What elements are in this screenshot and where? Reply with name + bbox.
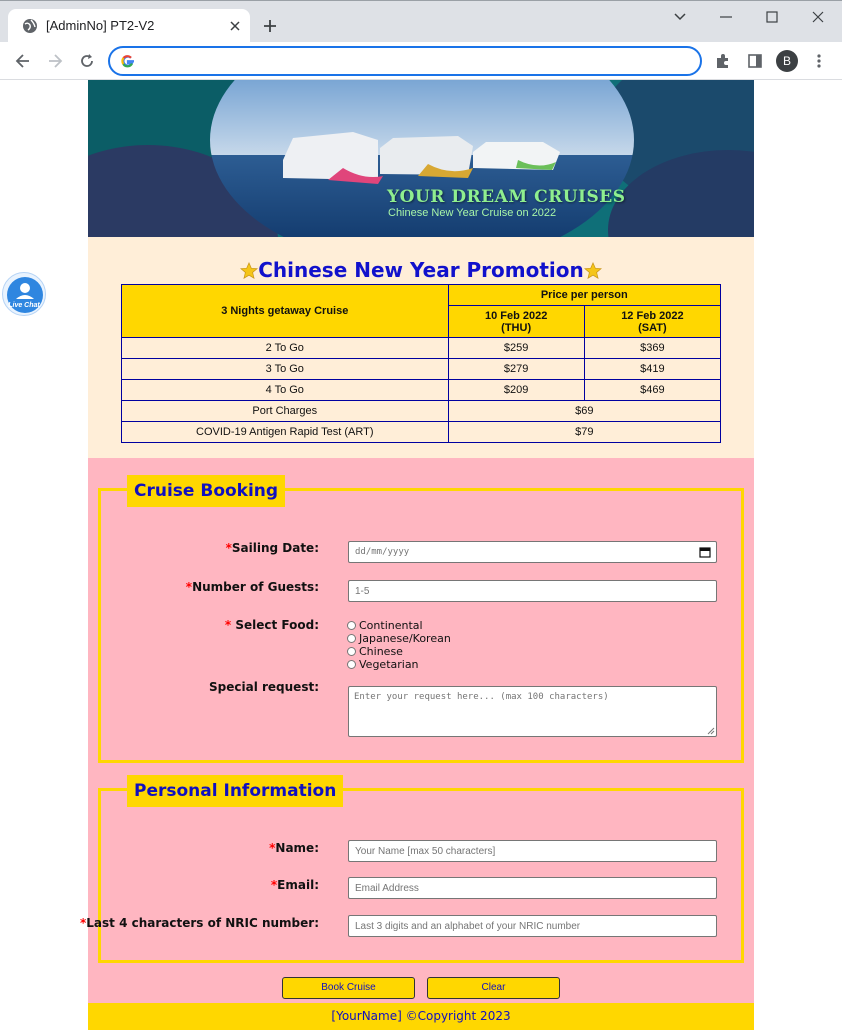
back-icon[interactable] [14,52,32,70]
price-cell: $259 [447,337,585,359]
star-icon [583,262,602,279]
book-cruise-button[interactable]: Book Cruise [282,977,415,999]
cruise-booking-fieldset: Cruise Booking *Sailing Date: dd/mm/yyyy… [98,475,744,763]
personal-info-fieldset: Personal Information *Name: Your Name [m… [80,775,744,963]
banner: YOUR DREAM CRUISES Chinese New Year Crui… [88,80,754,237]
live-chat-widget[interactable]: Live Chat [2,272,46,316]
banner-subtitle: Chinese New Year Cruise on 2022 [388,207,557,219]
name-label: *Name: [269,841,319,855]
row-label: 3 To Go [121,358,449,380]
banner-title: YOUR DREAM CRUISES [387,187,626,207]
radio-button[interactable] [347,660,356,669]
radio-button[interactable] [347,647,356,656]
google-icon [121,55,134,68]
row-label: 2 To Go [121,337,449,359]
row-label: 4 To Go [121,379,449,401]
live-chat-icon [7,277,43,313]
price-header: Price per person [447,284,722,306]
resize-handle-icon[interactable] [707,727,715,735]
food-option-vegetarian[interactable]: Vegetarian [347,658,419,671]
more-menu-icon[interactable] [810,52,828,70]
price-cell: $209 [447,379,585,401]
promotion-title: Chinese New Year Promotion [258,258,584,282]
calendar-icon[interactable] [699,546,711,558]
price-cell: $419 [583,358,722,380]
globe-icon [23,19,37,33]
promotion-heading: Chinese New Year Promotion [88,258,754,282]
email-label: *Email: [270,878,319,892]
table-row: 2 To Go $259 $369 [121,337,722,359]
food-option-continental[interactable]: Continental [347,619,423,632]
table-corner-header: 3 Nights getaway Cruise [121,284,449,338]
personal-info-legend: Personal Information [127,775,344,807]
cruise-booking-legend: Cruise Booking [127,475,286,507]
name-input[interactable]: Your Name [max 50 characters] [348,840,717,862]
table-row: 4 To Go $209 $469 [121,379,722,401]
table-row: COVID-19 Antigen Rapid Test (ART) $79 [121,421,722,443]
table-row: Port Charges $69 [121,400,722,422]
profile-avatar[interactable]: B [776,50,798,72]
price-cell: $369 [583,337,722,359]
day-2: (SAT) [638,321,667,334]
email-input[interactable]: Email Address [348,877,717,899]
guests-label: *Number of Guests: [185,580,319,594]
row-label: COVID-19 Antigen Rapid Test (ART) [121,421,449,443]
promotion-section: Chinese New Year Promotion 3 Nights geta… [88,237,754,458]
special-request-label: Special request: [209,680,319,694]
close-tab-icon[interactable] [228,19,242,33]
tab-search-icon[interactable] [672,9,688,25]
price-cell: $79 [447,421,722,443]
food-option-chinese[interactable]: Chinese [347,645,403,658]
browser-tab-strip: [AdminNo] PT2-V2 [0,0,842,43]
sailing-date-label: *Sailing Date: [225,541,319,555]
browser-tab[interactable]: [AdminNo] PT2-V2 [8,9,250,43]
date-2: 12 Feb 2022 [621,309,684,322]
forward-icon[interactable] [46,52,64,70]
price-cell: $69 [447,400,722,422]
date-header-1: 10 Feb 2022 (THU) [447,305,585,338]
radio-button[interactable] [347,634,356,643]
reload-icon[interactable] [78,52,96,70]
sailing-date-input[interactable]: dd/mm/yyyy [348,541,717,563]
close-window-icon[interactable] [810,9,826,25]
new-tab-icon[interactable] [262,18,278,34]
special-request-textarea[interactable]: Enter your request here... (max 100 char… [348,686,717,737]
nric-label: *Last 4 characters of NRIC number: [79,916,319,930]
booking-form: Cruise Booking *Sailing Date: dd/mm/yyyy… [80,458,754,1003]
clear-button[interactable]: Clear [427,977,560,999]
guests-input[interactable]: 1-5 [348,580,717,602]
extensions-icon[interactable] [714,52,732,70]
maximize-icon[interactable] [764,9,780,25]
address-bar[interactable] [108,46,702,76]
footer: [YourName] ©Copyright 2023 [88,1003,754,1030]
row-label: Port Charges [121,400,449,422]
browser-toolbar: B [0,42,842,80]
date-1: 10 Feb 2022 [484,309,548,322]
price-cell: $469 [583,379,722,401]
food-option-japanese-korean[interactable]: Japanese/Korean [347,632,451,645]
radio-button[interactable] [347,621,356,630]
price-table: 3 Nights getaway Cruise Price per person… [121,284,722,443]
nric-input[interactable]: Last 3 digits and an alphabet of your NR… [348,915,717,937]
tab-title: [AdminNo] PT2-V2 [46,18,155,33]
price-cell: $279 [447,358,585,380]
minimize-icon[interactable] [718,9,734,25]
day-1: (THU) [501,321,532,334]
web-page: YOUR DREAM CRUISES Chinese New Year Crui… [80,80,754,1030]
side-panel-icon[interactable] [746,52,764,70]
live-chat-label: Live Chat [8,302,40,309]
table-row: 3 To Go $279 $419 [121,358,722,380]
address-input[interactable] [144,51,684,71]
date-header-2: 12 Feb 2022 (SAT) [583,305,722,338]
food-label: * Select Food: [224,618,319,632]
star-icon [240,262,259,279]
